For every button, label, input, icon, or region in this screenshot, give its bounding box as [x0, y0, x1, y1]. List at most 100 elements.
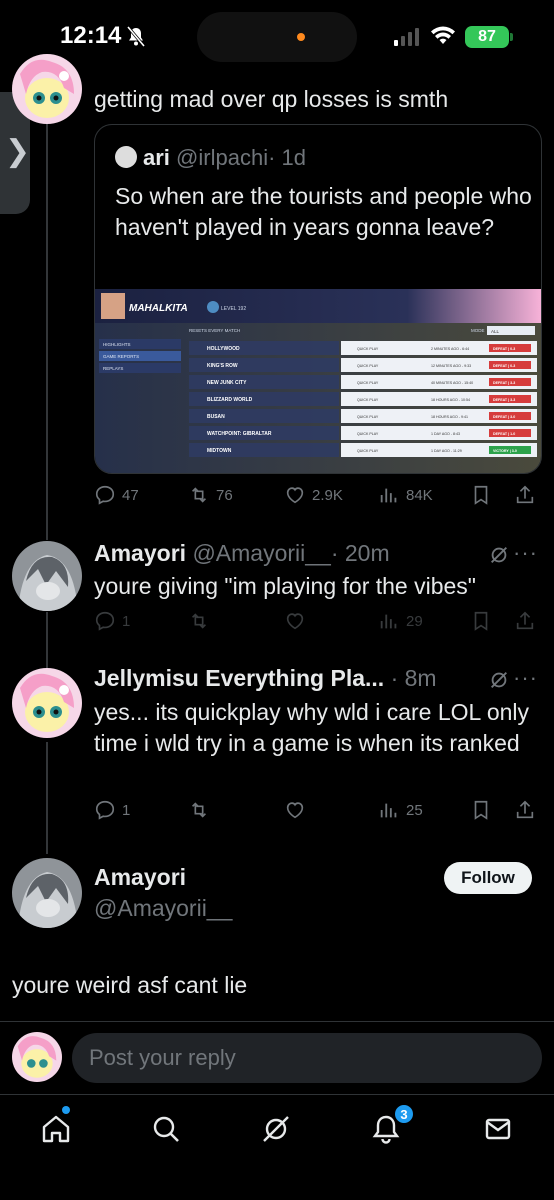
home-icon[interactable]: [36, 1109, 76, 1149]
like-button[interactable]: [284, 799, 306, 821]
match-row: BLIZZARD WORLD QUICK PLAY 18 HOURS AGO - 1…: [189, 392, 537, 406]
notifications-badge: 3: [394, 1104, 414, 1124]
match-row: WATCHPOINT: GIBRALTAR QUICK PLAY 1 DAY AGO…: [189, 426, 537, 440]
match-mode: QUICK PLAY: [357, 381, 379, 385]
match-result: DEFEAT | 0-3: [493, 364, 515, 368]
views-button[interactable]: 29: [378, 610, 423, 632]
reply-count: 47: [122, 486, 139, 504]
parent-tweet-text: getting mad over qp losses is smth: [94, 86, 449, 112]
profile-sidebar-label: GAME REPORTS: [103, 354, 139, 359]
match-row: HOLLYWOOD QUICK PLAY 2 MINUTES AGO - 6:44 D…: [189, 341, 537, 355]
reply-count: 1: [122, 801, 131, 819]
status-time: 12:14: [60, 22, 122, 49]
resets-label: RESETS EVERY MATCH: [189, 328, 240, 333]
reply-icon: [95, 611, 115, 631]
match-map: HOLLYWOOD: [207, 346, 240, 352]
chevron-right-icon: ❯: [5, 135, 31, 168]
views-button[interactable]: 84K: [378, 484, 433, 506]
views-count: 29: [406, 612, 423, 630]
share-button[interactable]: [514, 799, 536, 821]
bookmark-icon: [474, 800, 488, 820]
grok-icon[interactable]: [488, 669, 510, 691]
bookmark-icon: [474, 485, 488, 505]
share-button[interactable]: [514, 610, 536, 632]
more-options-icon[interactable]: ···: [513, 540, 538, 566]
like-button[interactable]: [284, 610, 306, 632]
match-mode: QUICK PLAY: [357, 449, 379, 453]
my-avatar[interactable]: [12, 1032, 62, 1082]
reply-button[interactable]: 1: [94, 799, 130, 821]
more-options-icon[interactable]: ···: [513, 665, 538, 691]
avatar-gray-character[interactable]: [12, 858, 82, 928]
reply-author-name: Jellymisu Everything Pla...: [94, 665, 385, 691]
match-time: 2 MINUTES AGO - 6:44: [431, 347, 469, 351]
profile-sidebar-label: HIGHLIGHTS: [103, 342, 131, 347]
views-icon: [380, 614, 397, 629]
match-map: WATCHPOINT: GIBRALTAR: [207, 431, 272, 437]
reply-header: Amayori @Amayorii__· 20m: [94, 540, 390, 567]
reply-actions: 1 25: [94, 799, 540, 829]
match-result: DEFEAT | 3-3: [493, 381, 515, 385]
thread-connector: [46, 742, 48, 854]
match-mode: QUICK PLAY: [357, 364, 379, 368]
bookmark-icon: [474, 611, 488, 631]
reply-icon: [95, 800, 115, 820]
quoted-tweet-header: ari @irlpachi· 1d: [115, 145, 306, 171]
avatar-pink-pony[interactable]: [12, 54, 82, 124]
share-icon: [516, 800, 534, 819]
bookmark-button[interactable]: [470, 610, 492, 632]
quoted-author-handle: @irlpachi: [176, 145, 269, 170]
repost-button[interactable]: [188, 799, 210, 821]
bookmark-button[interactable]: [470, 484, 492, 506]
quoted-image-career-profile[interactable]: MAHALKITA LEVEL 192 RESETS EVERY MATCH M…: [95, 289, 541, 473]
repost-button[interactable]: [188, 610, 210, 632]
reply-button[interactable]: 1: [94, 610, 130, 632]
repost-button[interactable]: 76: [188, 484, 233, 506]
bookmark-button[interactable]: [470, 799, 492, 821]
share-button[interactable]: [514, 484, 536, 506]
quoted-tweet-text: So when are the tourists and people who …: [115, 183, 532, 240]
share-icon: [516, 485, 534, 504]
thread-connector: [46, 612, 48, 670]
cellular-signal-icon: [394, 28, 420, 46]
battery-level: 87: [465, 26, 509, 48]
like-count: 2.9K: [312, 486, 343, 504]
thread-connector: [46, 120, 48, 540]
reply-header: Jellymisu Everything Pla... · 8m: [94, 665, 437, 692]
search-icon[interactable]: [146, 1109, 186, 1149]
battery-tip: [510, 33, 513, 41]
reply-input[interactable]: Post your reply: [72, 1033, 542, 1083]
like-button[interactable]: 2.9K: [284, 484, 343, 506]
views-button[interactable]: 25: [378, 799, 423, 821]
repost-icon: [191, 802, 207, 818]
heart-icon: [286, 487, 304, 504]
quoted-tweet-card[interactable]: ari @irlpachi· 1d So when are the touris…: [94, 124, 542, 474]
profile-sidebar-label: REPLAYS: [103, 366, 123, 371]
grok-nav-icon[interactable]: [256, 1109, 296, 1149]
grok-icon[interactable]: [488, 544, 510, 566]
player-name: MAHALKITA: [129, 303, 188, 314]
match-row: MIDTOWN QUICK PLAY 1 DAY AGO - 11:29 VICTOR…: [189, 443, 537, 457]
follow-button[interactable]: Follow: [444, 862, 532, 894]
reply-count: 1: [122, 612, 131, 630]
reply-button[interactable]: 47: [94, 484, 139, 506]
match-time: 1 DAY AGO - 11:29: [431, 449, 462, 453]
mode-label: MODE: [471, 328, 485, 333]
match-map: BLIZZARD WORLD: [207, 397, 253, 403]
messages-icon[interactable]: [478, 1109, 518, 1149]
views-count: 84K: [406, 486, 433, 504]
bottom-nav: [0, 1094, 554, 1200]
avatar-pink-pony[interactable]: [12, 668, 82, 738]
match-map: KING'S ROW: [207, 363, 238, 369]
match-result: DEFEAT | 1-0: [493, 432, 515, 436]
repost-icon: [191, 487, 207, 503]
match-time: 40 MINUTES AGO - 15:40: [431, 381, 473, 385]
match-mode: QUICK PLAY: [357, 398, 379, 402]
repost-icon: [191, 613, 207, 629]
quoted-time: · 1d: [268, 145, 306, 170]
match-mode: QUICK PLAY: [357, 347, 379, 351]
match-time: 18 HOURS AGO - 10:54: [431, 398, 470, 402]
avatar-gray-character[interactable]: [12, 541, 82, 611]
reply-author-name: Amayori: [94, 540, 187, 566]
bell-muted-icon: [126, 26, 146, 48]
